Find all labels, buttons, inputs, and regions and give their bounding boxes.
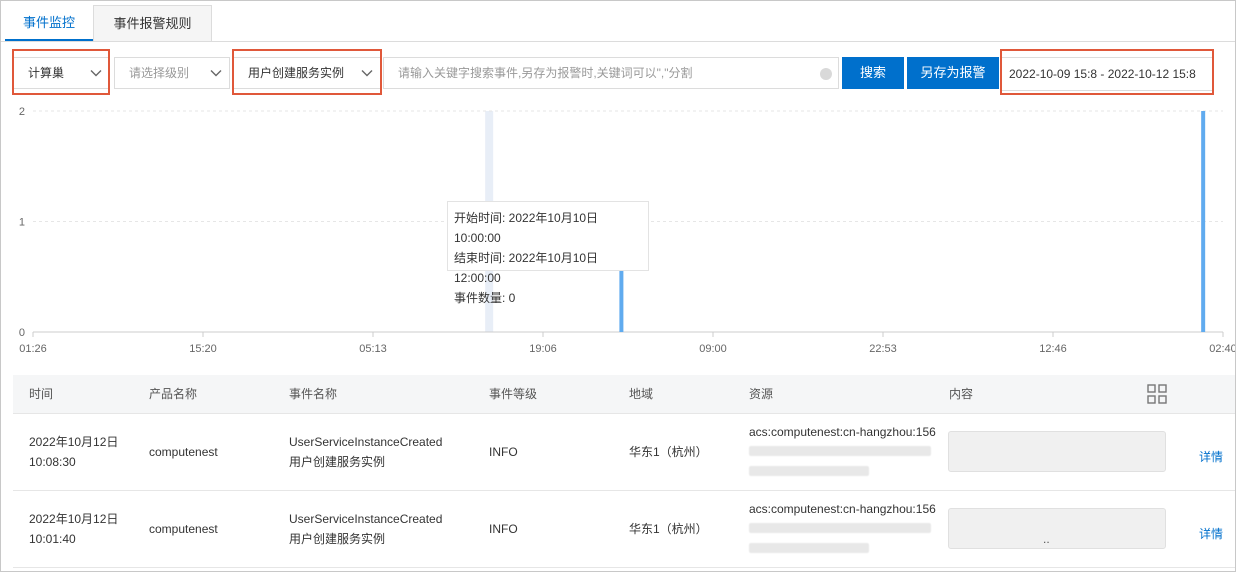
x-tick-label: 22:53 [869, 343, 897, 355]
row-date: 2022年10月12日 [29, 512, 119, 526]
chart-bar [1201, 111, 1206, 332]
row-time: 10:08:30 [29, 455, 76, 469]
x-tick-label: 02:40 [1209, 343, 1235, 355]
save-as-alarm-button[interactable]: 另存为报警 [907, 57, 999, 89]
x-tick-label: 05:13 [359, 343, 387, 355]
tab-bar: 事件监控 事件报警规则 [1, 1, 1235, 42]
row-level: INFO [489, 522, 518, 536]
row-date: 2022年10月12日 [29, 435, 119, 449]
x-tick-label: 15:20 [189, 343, 217, 355]
tooltip-end-time: 结束时间: 2022年10月10日 12:00:00 [454, 251, 599, 285]
x-tick-label: 19:06 [529, 343, 557, 355]
x-tick-label: 01:26 [19, 343, 47, 355]
chevron-down-icon [90, 70, 102, 77]
event-select[interactable]: 用户创建服务实例 [233, 57, 381, 89]
keyword-search-input[interactable] [384, 58, 814, 88]
tab-event-monitor[interactable]: 事件监控 [5, 5, 93, 41]
event-select-value: 用户创建服务实例 [248, 66, 345, 80]
y-tick-label: 0 [19, 327, 25, 339]
keyword-search-box [383, 57, 839, 89]
redacted-text [749, 446, 931, 456]
level-select-placeholder: 请选择级别 [129, 66, 190, 80]
redacted-text [749, 466, 869, 476]
redacted-text [749, 523, 931, 533]
row-resource: acs:computenest:cn-hangzhou:156 [749, 502, 936, 516]
row-region: 华东1（杭州） [629, 445, 708, 459]
column-header-level: 事件等级 [489, 387, 538, 401]
event-count-chart: 0 1 2 01:26 15:20 05:13 19:06 09:00 22:53 12:46 02… [1, 97, 1235, 363]
search-button[interactable]: 搜索 [842, 57, 904, 89]
content-redacted-box [948, 431, 1166, 472]
tooltip-event-count: 事件数量: 0 [454, 291, 516, 305]
table-header: 时间 产品名称 事件名称 事件等级 地域 资源 内容 [13, 375, 1235, 414]
date-range-picker[interactable]: 2022-10-09 15:8 - 2022-10-12 15:8 [1001, 57, 1213, 91]
row-level: INFO [489, 445, 518, 459]
y-tick-label: 1 [19, 217, 25, 229]
y-tick-label: 2 [19, 106, 25, 118]
clear-icon[interactable] [820, 68, 832, 80]
x-tick-label: 12:46 [1039, 343, 1067, 355]
x-tick-label: 09:00 [699, 343, 727, 355]
detail-link[interactable]: 详情 [1199, 525, 1223, 542]
row-time: 10:01:40 [29, 532, 76, 546]
product-select-value: 计算巢 [28, 66, 65, 80]
tooltip-start-time: 开始时间: 2022年10月10日 10:00:00 [454, 211, 599, 245]
chevron-down-icon [361, 70, 373, 77]
level-select[interactable]: 请选择级别 [114, 57, 230, 89]
product-select[interactable]: 计算巢 [13, 57, 110, 89]
row-event-name: UserServiceInstanceCreated [289, 435, 443, 449]
column-settings-grid-icon[interactable] [1147, 384, 1167, 404]
row-event-name-cn: 用户创建服务实例 [289, 532, 386, 546]
column-header-event-name: 事件名称 [289, 387, 338, 401]
row-product: computenest [149, 445, 218, 459]
column-header-region: 地域 [629, 387, 654, 401]
column-header-resource: 资源 [749, 387, 774, 401]
row-region: 华东1（杭州） [629, 522, 708, 536]
column-header-product: 产品名称 [149, 387, 198, 401]
chart-tooltip: 开始时间: 2022年10月10日 10:00:00 结束时间: 2022年10… [447, 201, 649, 305]
chevron-down-icon [210, 70, 222, 77]
event-monitor-panel: 事件监控 事件报警规则 计算巢 请选择级别 用户创建服务实例 搜索 另存为报警 … [0, 0, 1236, 572]
column-header-content: 内容 [949, 387, 974, 401]
row-product: computenest [149, 522, 218, 536]
row-resource: acs:computenest:cn-hangzhou:156 [749, 425, 936, 439]
row-content-suffix: .. [1043, 532, 1050, 546]
detail-link[interactable]: 详情 [1199, 448, 1223, 465]
table-row: 2022年10月12日 10:01:40 computenest UserSer… [13, 491, 1235, 568]
table-row: 2022年10月12日 10:08:30 computenest UserSer… [13, 414, 1235, 491]
content-redacted-box [948, 508, 1166, 549]
redacted-text [749, 543, 869, 553]
tab-event-alarm-rules[interactable]: 事件报警规则 [93, 5, 212, 41]
column-header-time: 时间 [29, 387, 54, 401]
row-event-name-cn: 用户创建服务实例 [289, 455, 386, 469]
row-event-name: UserServiceInstanceCreated [289, 512, 443, 526]
